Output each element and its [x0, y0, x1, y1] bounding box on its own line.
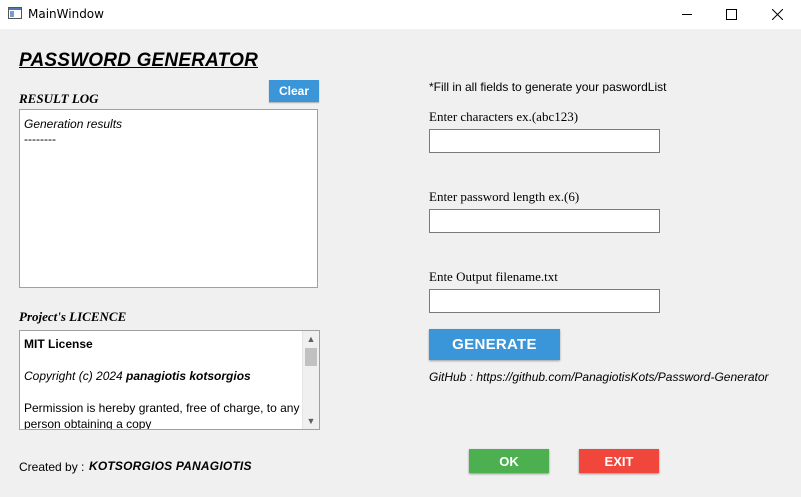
licence-body-line: person obtaining a copy [24, 417, 152, 430]
result-log-textarea[interactable]: Generation results -------- [19, 109, 318, 288]
licence-title: MIT License [24, 337, 93, 351]
title-bar: MainWindow [0, 0, 801, 29]
maximize-button[interactable] [708, 0, 754, 29]
window-title: MainWindow [28, 7, 104, 21]
scroll-thumb[interactable] [305, 348, 317, 366]
created-by-name: KOTSORGIOS PANAGIOTIS [89, 459, 252, 473]
characters-label: Enter characters ex.(abc123) [429, 109, 579, 124]
result-log-line: -------- [24, 132, 56, 146]
licence-textarea[interactable]: MIT License Copyright (c) 2024 panagioti… [19, 330, 320, 430]
minimize-icon [681, 14, 692, 15]
created-by-label: Created by : [19, 460, 85, 474]
close-button[interactable] [754, 0, 800, 29]
minimize-button[interactable] [664, 0, 710, 29]
scroll-up-icon[interactable]: ▲ [303, 331, 319, 347]
result-log-line: Generation results [24, 117, 123, 131]
filename-input[interactable] [429, 289, 660, 313]
github-link[interactable]: GitHub : https://github.com/PanagiotisKo… [429, 370, 769, 384]
length-input[interactable] [429, 209, 660, 233]
length-label: Enter password length ex.(6) [429, 189, 580, 204]
licence-body-line: Permission is hereby granted, free of ch… [24, 401, 300, 415]
close-icon [771, 9, 783, 20]
exit-button[interactable]: EXIT [579, 449, 659, 473]
licence-scrollbar[interactable]: ▲ ▼ [302, 331, 319, 429]
maximize-icon [725, 9, 737, 20]
page-title: PASSWORD GENERATOR [19, 50, 259, 71]
app-window-icon [8, 7, 22, 19]
form-note: *Fill in all fields to generate your pas… [429, 80, 667, 94]
filename-label: Ente Output filename.txt [429, 269, 558, 284]
clear-button[interactable]: Clear [269, 80, 319, 102]
result-log-label: RESULT LOG [19, 91, 99, 106]
licence-label: Project's LICENCE [19, 309, 127, 324]
licence-copyright: Copyright (c) 2024 panagiotis kotsorgios [24, 369, 251, 383]
characters-input[interactable] [429, 129, 660, 153]
ok-button[interactable]: OK [469, 449, 549, 473]
copyright-prefix: Copyright (c) 2024 [24, 369, 127, 383]
scroll-down-icon[interactable]: ▼ [303, 413, 319, 429]
copyright-name: panagiotis kotsorgios [126, 369, 251, 383]
generate-button[interactable]: GENERATE [429, 329, 560, 360]
